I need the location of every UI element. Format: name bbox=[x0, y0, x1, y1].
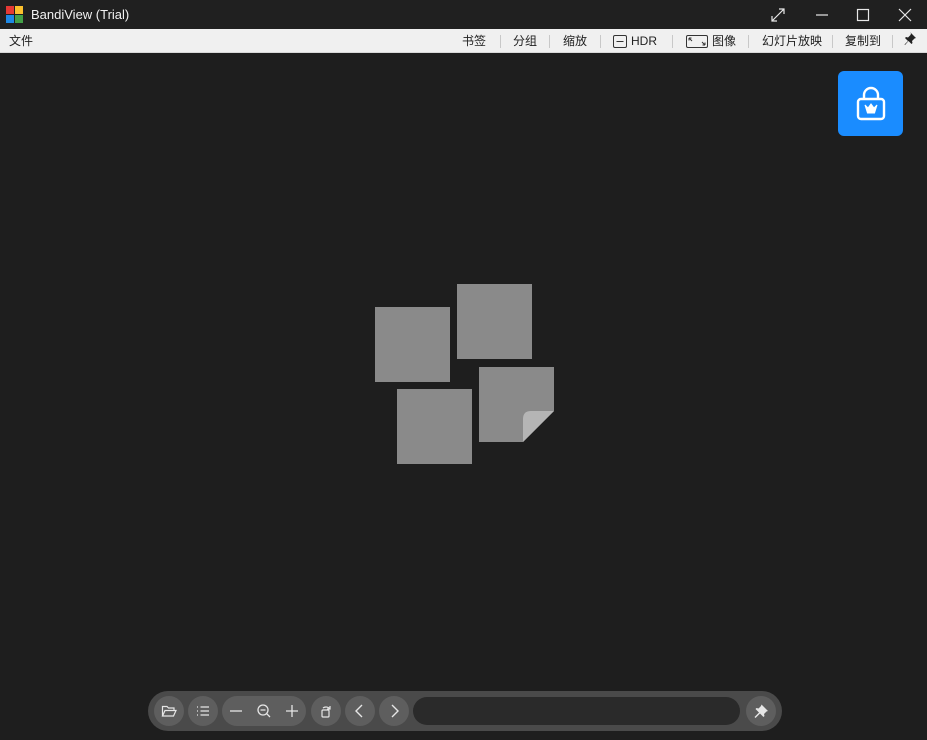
menu-copy-to[interactable]: 复制到 bbox=[845, 33, 881, 49]
rotate-button[interactable] bbox=[311, 696, 341, 726]
menu-separator bbox=[549, 35, 550, 48]
menu-separator bbox=[892, 35, 893, 48]
menu-separator bbox=[600, 35, 601, 48]
close-button[interactable] bbox=[883, 0, 927, 29]
file-path-field[interactable] bbox=[413, 697, 740, 725]
pin-icon bbox=[904, 32, 916, 45]
fullscreen-icon bbox=[771, 7, 785, 22]
menu-image-label: 图像 bbox=[712, 34, 737, 48]
title-bar: BandiView (Trial) bbox=[0, 0, 927, 29]
hdr-icon bbox=[613, 34, 627, 48]
menu-slideshow[interactable]: 幻灯片放映 bbox=[762, 33, 822, 49]
menu-bar: 文件 书签 分组 缩放 HDR 图像 幻灯片放映 复制到 bbox=[0, 29, 927, 53]
empty-state-placeholder bbox=[373, 283, 557, 466]
menu-separator bbox=[500, 35, 501, 48]
pin-menu-button[interactable] bbox=[904, 32, 917, 48]
menu-image[interactable]: 图像 bbox=[686, 33, 736, 49]
window-title: BandiView (Trial) bbox=[31, 7, 130, 22]
zoom-controls bbox=[222, 696, 306, 726]
minimize-button[interactable] bbox=[800, 0, 844, 29]
zoom-fit-button[interactable] bbox=[250, 696, 278, 726]
folder-open-icon bbox=[161, 705, 177, 717]
prev-icon bbox=[355, 704, 363, 718]
close-icon bbox=[898, 8, 912, 21]
placeholder-tile bbox=[457, 284, 532, 359]
next-icon bbox=[391, 704, 399, 718]
pin-icon bbox=[754, 704, 768, 718]
placeholder-tile bbox=[375, 307, 450, 382]
placeholder-tile bbox=[397, 389, 472, 464]
store-button[interactable] bbox=[838, 71, 903, 136]
placeholder-tile-folded bbox=[479, 367, 554, 442]
maximize-button[interactable] bbox=[841, 0, 885, 29]
maximize-icon bbox=[856, 8, 870, 21]
store-lock-icon bbox=[856, 86, 885, 120]
menu-separator bbox=[832, 35, 833, 48]
minimize-icon bbox=[816, 13, 828, 16]
menu-hdr-label: HDR bbox=[631, 34, 657, 48]
zoom-in-button[interactable] bbox=[278, 696, 306, 726]
bandiview-window: BandiView (Trial) 文件 书签 分组 缩放 HDR 图像 幻灯片… bbox=[0, 0, 927, 740]
open-file-button[interactable] bbox=[154, 696, 184, 726]
menu-zoom[interactable]: 缩放 bbox=[563, 33, 587, 49]
menu-file[interactable]: 文件 bbox=[9, 33, 33, 49]
next-button[interactable] bbox=[379, 696, 409, 726]
zoom-out-button[interactable] bbox=[222, 696, 250, 726]
zoom-out-icon bbox=[230, 710, 242, 712]
file-list-button[interactable] bbox=[188, 696, 218, 726]
app-logo-icon bbox=[6, 6, 23, 23]
previous-button[interactable] bbox=[345, 696, 375, 726]
pin-toolbar-button[interactable] bbox=[746, 696, 776, 726]
list-icon bbox=[197, 706, 209, 716]
rotate-icon bbox=[321, 706, 331, 718]
image-icon bbox=[686, 34, 708, 48]
menu-group[interactable]: 分组 bbox=[513, 33, 537, 49]
zoom-fit-icon bbox=[257, 704, 271, 718]
menu-separator bbox=[748, 35, 749, 48]
menu-bookmark[interactable]: 书签 bbox=[462, 33, 486, 49]
menu-hdr[interactable]: HDR bbox=[613, 33, 657, 49]
menu-separator bbox=[672, 35, 673, 48]
fullscreen-button[interactable] bbox=[756, 0, 800, 29]
zoom-in-icon bbox=[286, 705, 298, 717]
bottom-toolbar bbox=[148, 691, 782, 731]
